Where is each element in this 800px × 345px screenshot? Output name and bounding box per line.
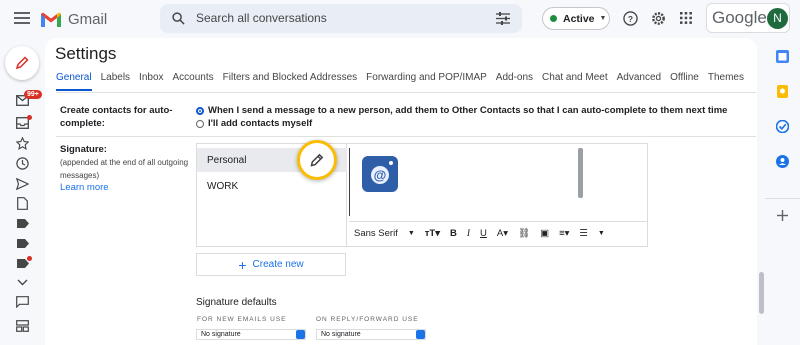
create-new-signature-button[interactable]: + Create new bbox=[196, 253, 346, 276]
pencil-icon bbox=[310, 153, 324, 167]
avatar[interactable]: N bbox=[767, 8, 788, 29]
page-scrollbar[interactable] bbox=[759, 272, 764, 314]
chevron-down-icon[interactable] bbox=[17, 279, 28, 286]
contacts-auto-option-label[interactable]: When I send a message to a new person, a… bbox=[208, 105, 727, 116]
search-icon[interactable] bbox=[172, 12, 185, 25]
chat-icon[interactable] bbox=[16, 296, 29, 308]
reply-signature-select[interactable]: No signature bbox=[316, 329, 426, 340]
gear-icon[interactable] bbox=[651, 11, 666, 26]
apps-grid-icon[interactable] bbox=[680, 12, 692, 24]
link-icon[interactable]: ⛓ bbox=[518, 228, 530, 239]
page-title: Settings bbox=[55, 44, 117, 63]
align-icon[interactable]: ≡▾ bbox=[559, 228, 569, 239]
contacts-icon[interactable] bbox=[776, 155, 789, 168]
clock-icon[interactable] bbox=[16, 157, 29, 170]
text-color-icon[interactable]: A▾ bbox=[497, 228, 508, 239]
tabs-divider bbox=[56, 92, 756, 93]
calendar-icon[interactable] bbox=[776, 50, 789, 63]
tab-general[interactable]: General bbox=[56, 72, 92, 91]
account-button[interactable]: Google N bbox=[706, 3, 790, 33]
contacts-setting-label: Create contacts for auto- complete: bbox=[60, 105, 173, 129]
tab-addons[interactable]: Add-ons bbox=[496, 72, 533, 91]
google-wordmark: Google bbox=[712, 8, 767, 27]
more-formatting-icon[interactable]: ▼ bbox=[598, 230, 605, 237]
row-divider bbox=[56, 136, 756, 137]
help-icon[interactable]: ? bbox=[623, 11, 638, 26]
select-arrow-icon bbox=[416, 330, 425, 339]
status-dot bbox=[550, 15, 557, 22]
side-panel bbox=[765, 38, 800, 345]
create-new-label: Create new bbox=[252, 259, 304, 270]
search-input[interactable]: Search all conversations bbox=[196, 11, 327, 25]
learn-more-link[interactable]: Learn more bbox=[60, 182, 188, 193]
tab-filters[interactable]: Filters and Blocked Addresses bbox=[223, 72, 358, 91]
plus-icon: + bbox=[238, 256, 247, 273]
gmail-logo[interactable]: Gmail bbox=[40, 7, 107, 31]
list-icon[interactable]: ☰ bbox=[579, 228, 588, 239]
tab-themes[interactable]: Themes bbox=[708, 72, 744, 91]
font-size-icon[interactable]: тT▾ bbox=[425, 228, 440, 239]
status-dropdown[interactable]: Active ▼ bbox=[542, 7, 610, 30]
label-icon-2[interactable] bbox=[17, 239, 29, 248]
settings-tabs: General Labels Inbox Accounts Filters an… bbox=[56, 72, 753, 91]
contacts-manual-radio[interactable] bbox=[196, 120, 204, 128]
add-addon-icon[interactable] bbox=[777, 210, 788, 221]
star-icon[interactable] bbox=[16, 137, 29, 150]
notification-dot bbox=[27, 115, 32, 120]
search-options-icon[interactable] bbox=[496, 12, 510, 25]
chevron-down-icon[interactable]: ▼ bbox=[408, 230, 415, 237]
tab-inbox[interactable]: Inbox bbox=[139, 72, 163, 91]
draft-icon[interactable] bbox=[17, 197, 28, 210]
tab-accounts[interactable]: Accounts bbox=[173, 72, 214, 91]
tab-labels[interactable]: Labels bbox=[101, 72, 130, 91]
contacts-auto-radio[interactable] bbox=[196, 107, 204, 115]
pencil-icon bbox=[15, 56, 29, 70]
status-label: Active bbox=[563, 12, 595, 25]
gmail-m-icon bbox=[41, 12, 61, 27]
signature-editor[interactable]: @ bbox=[349, 148, 579, 216]
top-bar: Gmail Search all conversations Active ▼ … bbox=[0, 0, 800, 38]
spaces-icon[interactable] bbox=[16, 320, 29, 332]
chevron-down-icon: ▼ bbox=[599, 15, 607, 22]
app-name: Gmail bbox=[68, 10, 108, 28]
main-menu-icon[interactable] bbox=[12, 9, 32, 29]
bold-icon[interactable]: B bbox=[450, 228, 457, 239]
tab-advanced[interactable]: Advanced bbox=[617, 72, 661, 91]
svg-text:@: @ bbox=[374, 168, 387, 183]
label-notification-dot bbox=[27, 256, 32, 261]
side-panel-divider bbox=[765, 198, 800, 199]
search-bar[interactable]: Search all conversations bbox=[160, 4, 522, 33]
tasks-icon[interactable] bbox=[776, 120, 789, 133]
tab-offline[interactable]: Offline bbox=[670, 72, 699, 91]
new-emails-signature-select[interactable]: No signature bbox=[196, 329, 306, 340]
compose-button[interactable] bbox=[5, 46, 39, 80]
formatting-toolbar: Sans Serif ▼ тT▾ B I U A▾ ⛓ ▣ ≡▾ ☰ ▼ bbox=[349, 221, 647, 245]
svg-text:?: ? bbox=[628, 14, 633, 24]
signature-image-icon: @ bbox=[362, 156, 398, 192]
contacts-manual-option-label[interactable]: I'll add contacts myself bbox=[208, 118, 312, 129]
signature-defaults-title: Signature defaults bbox=[196, 297, 277, 308]
label-icon-1[interactable] bbox=[17, 219, 29, 228]
keep-icon[interactable] bbox=[776, 85, 789, 98]
tab-chat-meet[interactable]: Chat and Meet bbox=[542, 72, 608, 91]
new-emails-label: FOR NEW EMAILS USE bbox=[197, 316, 287, 323]
edit-signature-name-button[interactable] bbox=[297, 140, 337, 180]
font-family-select[interactable]: Sans Serif bbox=[354, 228, 398, 239]
italic-icon[interactable]: I bbox=[467, 229, 470, 239]
underline-icon[interactable]: U bbox=[480, 228, 487, 239]
tab-forwarding[interactable]: Forwarding and POP/IMAP bbox=[366, 72, 487, 91]
unread-count-badge: 99+ bbox=[24, 90, 42, 99]
signature-setting-label: Signature: (appended at the end of all o… bbox=[60, 144, 189, 193]
editor-scrollbar[interactable] bbox=[578, 148, 583, 198]
select-arrow-icon bbox=[296, 330, 305, 339]
send-icon[interactable] bbox=[16, 178, 29, 190]
image-icon[interactable]: ▣ bbox=[540, 228, 549, 239]
reply-forward-label: ON REPLY/FORWARD USE bbox=[316, 316, 419, 323]
